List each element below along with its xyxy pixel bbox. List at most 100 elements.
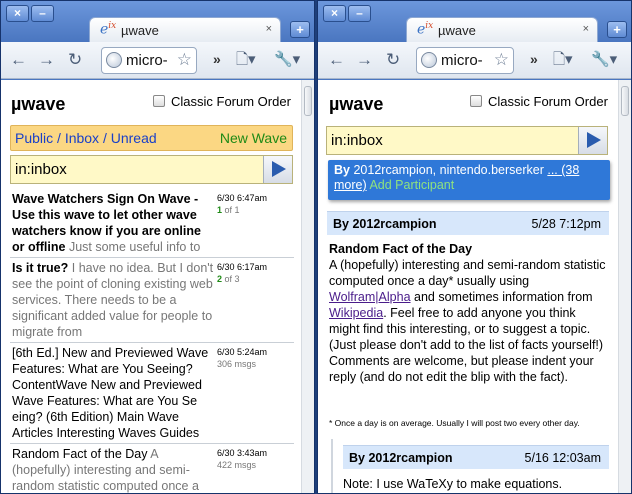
vertical-scrollbar[interactable] — [618, 80, 631, 493]
blip-text: A (hopefully) interesting and semi-rando… — [329, 258, 606, 288]
search-box: in:inbox — [10, 155, 293, 184]
tab-close-icon[interactable]: × — [583, 23, 589, 35]
wave-date: 6/30 5:24am — [217, 347, 268, 357]
play-arrow-icon — [272, 161, 286, 177]
scrollbar-thumb[interactable] — [621, 86, 629, 116]
reload-icon[interactable]: ↻ — [68, 51, 82, 69]
new-tab-button[interactable]: + — [290, 21, 310, 38]
play-arrow-icon — [587, 132, 601, 148]
reload-icon[interactable]: ↻ — [386, 51, 400, 69]
window-close-button[interactable]: × — [6, 5, 29, 22]
message-count: 306 msgs — [217, 359, 257, 369]
window-minimize-button[interactable]: – — [348, 5, 371, 22]
participants-by-label: By — [334, 163, 350, 177]
back-arrow-icon[interactable]: ← — [328, 51, 345, 69]
message-count: 422 msgs — [217, 460, 257, 470]
filter-inbox-link[interactable]: Inbox — [65, 130, 99, 146]
blip-author: 2012rcampion — [352, 217, 437, 231]
search-box: in:inbox — [326, 126, 608, 155]
overflow-chevron-icon[interactable]: » — [213, 51, 221, 67]
search-go-button[interactable] — [263, 156, 292, 183]
classic-forum-order-label: Classic Forum Order — [171, 94, 291, 109]
wave-meta: 6/30 3:43am 422 msgs — [217, 447, 267, 471]
unread-count: 1 — [217, 205, 223, 215]
tab-close-icon[interactable]: × — [266, 23, 272, 35]
window-close-button[interactable]: × — [323, 5, 346, 22]
browser-toolbar: ← → ↻ micro- ☆ » 🗋▾ 🔧▾ — [318, 42, 631, 79]
forward-arrow-icon[interactable]: → — [356, 51, 373, 69]
wave-snippet: [6th Ed.] New and Previewed Wave Feature… — [12, 346, 209, 443]
participants-bar: By 2012rcampion, nintendo.berserker ... … — [328, 160, 610, 200]
classic-forum-order-checkbox[interactable] — [153, 95, 165, 107]
page-content: µwave Classic Forum Order in:inbox By 20… — [318, 80, 631, 493]
message-count: of 1 — [224, 205, 240, 215]
app-title: µwave — [11, 94, 66, 114]
page-menu-icon[interactable]: 🗋▾ — [236, 51, 256, 69]
add-participant-link[interactable]: Add Participant — [369, 178, 454, 192]
reply-timestamp: 5/16 12:03am — [524, 451, 601, 465]
unread-count: 2 — [217, 274, 223, 284]
filter-unread-link[interactable]: Unread — [111, 130, 157, 146]
reply-author: 2012rcampion — [368, 451, 453, 465]
wikipedia-link[interactable]: Wikipedia — [329, 306, 383, 320]
title-bar: × – eix µwave × + — [1, 1, 314, 43]
address-url: micro- — [441, 52, 483, 69]
globe-icon — [106, 52, 122, 68]
back-arrow-icon[interactable]: ← — [10, 51, 27, 69]
message-count: of 3 — [224, 274, 240, 284]
address-bar[interactable]: micro- ☆ — [416, 47, 514, 74]
bookmark-star-icon[interactable]: ☆ — [494, 50, 509, 70]
search-input[interactable]: in:inbox — [15, 161, 67, 178]
filter-separator: / — [57, 130, 61, 146]
wave-list-item[interactable]: Is it true? I have no idea. But I don't … — [10, 260, 294, 343]
wave-meta: 6/30 5:24am 306 msgs — [217, 346, 267, 370]
bookmark-star-icon[interactable]: ☆ — [177, 50, 192, 70]
blip-header: By 2012rcampion 5/28 7:12pm — [327, 211, 609, 235]
overflow-chevron-icon[interactable]: » — [530, 51, 538, 67]
wrench-menu-icon[interactable]: 🔧▾ — [274, 51, 300, 69]
wave-list-item[interactable]: Wave Watchers Sign On Wave - Use this wa… — [10, 191, 294, 258]
wolfram-alpha-link[interactable]: Wolfram|Alpha — [329, 290, 411, 304]
wave-list-item[interactable]: Random Fact of the Day A (hopefully) int… — [10, 446, 294, 493]
blip-body: Random Fact of the Day A (hopefully) int… — [329, 241, 609, 385]
title-bar: × – eix µwave × + — [318, 1, 631, 43]
wave-date: 6/30 3:43am — [217, 448, 268, 458]
browser-toolbar: ← → ↻ micro- ☆ » 🗋▾ 🔧▾ — [1, 42, 314, 79]
app-title: µwave — [329, 94, 384, 114]
blip-title: Random Fact of the Day — [329, 242, 473, 256]
search-go-button[interactable] — [578, 127, 607, 154]
search-input[interactable]: in:inbox — [331, 132, 383, 149]
new-wave-button[interactable]: New Wave — [220, 130, 287, 146]
address-bar[interactable]: micro- ☆ — [101, 47, 197, 74]
browser-tab[interactable]: eix µwave × — [89, 17, 281, 43]
browser-tab[interactable]: eix µwave × — [406, 17, 598, 43]
wave-title: Is it true? — [12, 261, 69, 275]
reply-thread-line — [331, 439, 333, 493]
participants-names: 2012rcampion, nintendo.berserker — [353, 163, 544, 177]
wave-title: Random Fact of the Day — [12, 447, 148, 461]
page-content: µwave Classic Forum Order Public / Inbox… — [1, 80, 314, 493]
wave-meta: 6/30 6:17am 2 of 3 — [217, 261, 267, 285]
wave-meta: 6/30 6:47am 1 of 1 — [217, 192, 267, 216]
window-minimize-button[interactable]: – — [31, 5, 54, 22]
classic-forum-order-toggle[interactable]: Classic Forum Order — [153, 94, 291, 109]
page-menu-icon[interactable]: 🗋▾ — [553, 51, 573, 69]
wave-date: 6/30 6:17am — [217, 262, 268, 272]
filter-public-link[interactable]: Public — [15, 130, 53, 146]
globe-icon — [421, 52, 437, 68]
wave-list-item[interactable]: [6th Ed.] New and Previewed Wave Feature… — [10, 345, 294, 444]
classic-forum-order-checkbox[interactable] — [470, 95, 482, 107]
site-favicon-icon: eix — [100, 21, 117, 38]
forward-arrow-icon[interactable]: → — [38, 51, 55, 69]
vertical-scrollbar[interactable] — [301, 80, 314, 493]
classic-forum-order-label: Classic Forum Order — [488, 94, 608, 109]
filter-bar: Public / Inbox / Unread New Wave — [10, 125, 293, 151]
site-favicon-icon: eix — [417, 21, 434, 38]
new-tab-button[interactable]: + — [607, 21, 627, 38]
scrollbar-thumb[interactable] — [304, 86, 312, 116]
classic-forum-order-toggle[interactable]: Classic Forum Order — [470, 94, 608, 109]
address-url: micro- — [126, 52, 168, 69]
blip-text: and sometimes information from — [414, 290, 593, 304]
wrench-menu-icon[interactable]: 🔧▾ — [591, 51, 617, 69]
browser-window-right: × – eix µwave × + ← → ↻ micro- ☆ » 🗋▾ 🔧▾… — [317, 0, 632, 494]
